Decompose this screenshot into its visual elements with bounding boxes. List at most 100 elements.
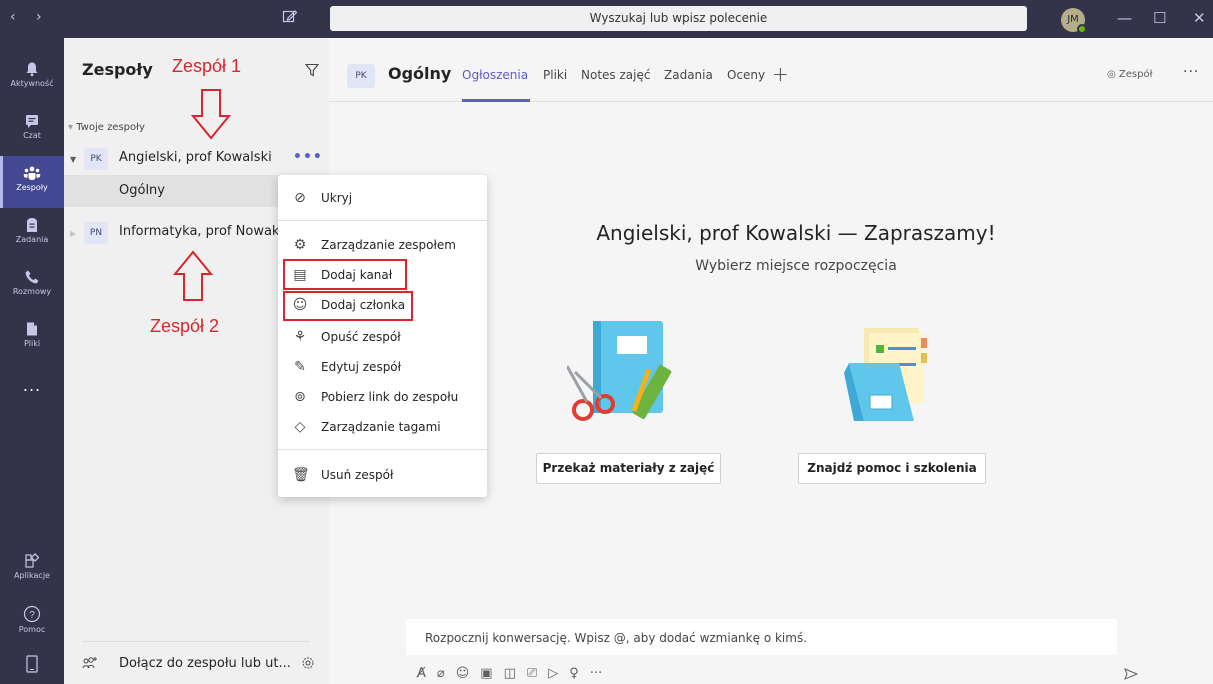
settings-icon: ⚙	[293, 237, 307, 253]
team-row-kowalski[interactable]: ▼ PK Angielski, prof Kowalski •••	[64, 143, 329, 175]
appbar-calls[interactable]: Rozmowy	[0, 260, 64, 312]
menu-item-hide[interactable]: ⊘ Ukryj	[278, 183, 487, 213]
appbar-activity[interactable]: Aktywność	[0, 52, 64, 104]
appbar-label: Aktywność	[10, 79, 54, 88]
more-icon: ...	[22, 376, 42, 395]
team-avatar: PK	[84, 148, 108, 170]
annotation-box-add-member	[283, 291, 413, 321]
app-bar: Aktywność Czat Zespoły Zadania Rozmowy P…	[0, 38, 64, 684]
appbar-files[interactable]: Pliki	[0, 312, 64, 364]
expand-caret-icon[interactable]: ▶	[70, 229, 76, 238]
menu-separator	[278, 220, 487, 221]
trash-icon: 🗑	[292, 467, 310, 483]
link-icon: ⊚	[294, 389, 306, 405]
appbar-label: Zespoły	[16, 183, 48, 192]
sticker-icon[interactable]: ◫	[504, 666, 516, 681]
menu-item-manage-tags[interactable]: ◇ Zarządzanie tagami	[278, 412, 487, 442]
appbar-assignments[interactable]: Zadania	[0, 208, 64, 260]
assignments-icon	[27, 218, 37, 232]
channel-title: Ogólny	[388, 64, 452, 83]
appbar-label: Pliki	[23, 339, 41, 348]
menu-item-label: Pobierz link do zespołu	[321, 390, 459, 404]
praise-icon[interactable]: ♀	[569, 666, 579, 681]
appbar-chat[interactable]: Czat	[0, 104, 64, 156]
filter-icon[interactable]	[304, 63, 320, 80]
annotation-arrow-up-icon	[173, 250, 213, 301]
apps-icon	[25, 553, 40, 568]
emoji-icon[interactable]: ☺	[456, 666, 470, 681]
svg-text:?: ?	[29, 610, 35, 621]
device-icon	[26, 655, 38, 673]
send-icon[interactable]	[1124, 668, 1138, 680]
add-tab-button[interactable]: +	[772, 62, 789, 86]
expand-caret-icon[interactable]: ▼	[70, 155, 76, 164]
eye-icon: ◎	[1107, 69, 1119, 80]
team-info-label: Zespół	[1118, 69, 1153, 80]
group-header[interactable]: ▾ Twoje zespoły	[68, 122, 145, 133]
minimize-icon[interactable]: —	[1117, 9, 1132, 27]
gear-icon[interactable]	[301, 656, 315, 670]
appbar-more-button[interactable]: ...	[0, 376, 64, 428]
menu-item-edit-team[interactable]: ✎ Edytuj zespół	[278, 352, 487, 382]
stream-icon[interactable]: ▷	[548, 666, 558, 681]
appbar-label: Aplikacje	[14, 571, 50, 580]
compose-box[interactable]: Rozpocznij konwersację. Wpisz @, aby dod…	[406, 619, 1117, 657]
tab-assignments[interactable]: Zadania	[664, 68, 713, 82]
notebook-illustration	[567, 321, 672, 421]
menu-separator	[278, 449, 487, 450]
menu-item-label: Ukryj	[321, 191, 353, 205]
annotation-box-add-channel	[283, 259, 407, 290]
menu-item-delete-team[interactable]: 🗑 Usuń zespół	[278, 460, 487, 490]
phone-icon	[25, 270, 39, 284]
nav-arrows[interactable]: ‹ ›	[10, 9, 50, 25]
annotation-team1-label: Zespół 1	[172, 56, 242, 76]
maximize-icon[interactable]: ☐	[1153, 9, 1166, 27]
compose-placeholder: Rozpocznij konwersację. Wpisz @, aby dod…	[425, 631, 808, 645]
format-icon[interactable]: A̸	[417, 666, 426, 681]
search-input[interactable]: Wyszukaj lub wpisz polecenie	[330, 6, 1027, 31]
menu-item-label: Usuń zespół	[321, 468, 394, 482]
appbar-label: Pomoc	[18, 625, 46, 634]
tab-posts[interactable]: Ogłoszenia	[462, 68, 528, 82]
annotation-arrow-down-icon	[191, 89, 231, 140]
team-avatar: PN	[84, 222, 108, 244]
compose-toolbar: A̸ ⌀ ☺ ▣ ◫ ⎚ ▷ ♀ ···	[417, 666, 613, 684]
tab-grades[interactable]: Oceny	[727, 68, 765, 82]
gif-icon[interactable]: ▣	[480, 666, 492, 681]
teams-pane-title: Zespoły	[82, 60, 153, 79]
menu-item-get-link[interactable]: ⊚ Pobierz link do zespołu	[278, 382, 487, 412]
more-icon[interactable]: ···	[590, 666, 602, 681]
folder-illustration	[844, 328, 927, 421]
join-team-button[interactable]: Dołącz do zespołu lub ut...	[64, 642, 329, 684]
tab-files[interactable]: Pliki	[543, 68, 567, 82]
edit-icon: ✎	[294, 359, 306, 375]
attach-icon[interactable]: ⌀	[437, 666, 445, 681]
meet-now-icon[interactable]: ⎚	[527, 666, 537, 681]
close-icon[interactable]: ✕	[1193, 9, 1206, 27]
add-people-icon	[82, 657, 97, 669]
status-dot	[1077, 24, 1087, 34]
tab-class-notebook[interactable]: Notes zajęć	[581, 68, 650, 82]
more-options-button[interactable]: ···	[1183, 64, 1199, 80]
appbar-help[interactable]: ? Pomoc	[0, 596, 64, 648]
group-label: Twoje zespoły	[76, 122, 145, 133]
appbar-label: Zadania	[15, 235, 49, 244]
hide-icon: ⊘	[294, 190, 306, 206]
bell-icon	[26, 62, 38, 77]
appbar-apps[interactable]: Aplikacje	[0, 544, 64, 596]
menu-item-label: Zarządzanie zespołem	[321, 238, 456, 252]
help-training-button[interactable]: Znajdź pomoc i szkolenia	[798, 453, 986, 484]
team-name: Informatyka, prof Nowak	[119, 224, 280, 239]
appbar-device[interactable]	[0, 646, 64, 684]
appbar-teams[interactable]: Zespoły	[0, 156, 64, 208]
menu-item-leave-team[interactable]: ⚘ Opuść zespół	[278, 322, 487, 352]
help-icon: ?	[23, 605, 41, 623]
teams-icon	[23, 166, 41, 180]
upload-materials-button[interactable]: Przekaż materiały z zajęć	[536, 453, 721, 484]
menu-item-manage-team[interactable]: ⚙ Zarządzanie zespołem	[278, 230, 487, 260]
team-info-button[interactable]: ◎ Zespół	[1107, 69, 1152, 80]
team-more-button[interactable]: •••	[293, 149, 323, 165]
compose-icon[interactable]	[282, 8, 302, 28]
menu-item-label: Edytuj zespół	[321, 360, 402, 374]
avatar[interactable]: JM	[1061, 8, 1087, 34]
